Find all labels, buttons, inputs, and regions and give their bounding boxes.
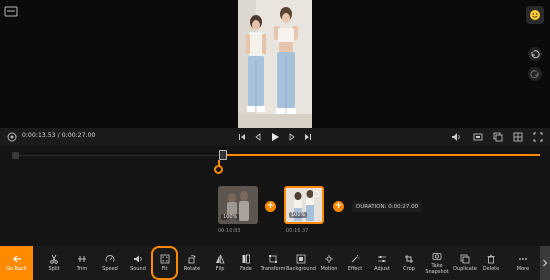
playback-time: 0:00:13.53 / 0:00:27.00 — [22, 132, 96, 139]
motion-button[interactable]: Motion — [316, 246, 342, 280]
camera-icon — [432, 253, 442, 260]
fade-icon — [242, 254, 250, 264]
duplicate-button[interactable]: Duplicate — [452, 246, 478, 280]
video-preview-area — [0, 0, 550, 128]
toolbar-scroll-right[interactable] — [540, 246, 550, 280]
background-button[interactable]: Background — [286, 246, 316, 280]
transform-icon — [269, 254, 277, 263]
crop-button[interactable]: Crop — [396, 246, 422, 280]
skip-end-icon[interactable] — [302, 131, 314, 143]
speed-label: Speed — [102, 265, 118, 272]
speed-button[interactable]: Speed — [96, 246, 124, 280]
background-label: Background — [286, 265, 316, 272]
timeline: 100% 00:10:83 + 100% 00:16.37 + DURATION… — [0, 146, 550, 246]
timeline-progress[interactable] — [222, 154, 540, 156]
play-icon[interactable] — [269, 131, 281, 143]
playhead-handle[interactable] — [219, 150, 227, 160]
volume-icon[interactable] — [450, 131, 462, 143]
split-button[interactable]: Split — [40, 246, 68, 280]
fullscreen-icon[interactable] — [532, 131, 544, 143]
motion-icon — [325, 254, 333, 263]
fit-button[interactable]: Fit — [151, 246, 178, 280]
add-clip-button[interactable]: + — [265, 201, 276, 212]
undo-icon[interactable] — [527, 46, 543, 62]
fit-label: Fit — [161, 265, 168, 272]
adjust-button[interactable]: Adjust — [368, 246, 396, 280]
rotate-label: Rotate — [183, 265, 201, 272]
trim-button[interactable]: Trim — [68, 246, 96, 280]
clip-thumbnail[interactable]: 100% — [218, 186, 258, 224]
playhead-knob[interactable] — [214, 165, 223, 174]
chevron-right-icon — [543, 259, 548, 267]
selected-clip-thumbnail[interactable]: 100% — [284, 186, 324, 224]
grid-icon[interactable] — [512, 131, 524, 143]
caption-icon[interactable] — [3, 4, 19, 18]
go-back-button[interactable]: Go Back — [0, 246, 33, 280]
copy-icon[interactable] — [492, 131, 504, 143]
duplicate-clip-icon[interactable] — [313, 191, 319, 197]
video-frame — [238, 0, 312, 128]
more-icon — [519, 257, 527, 260]
emoji-icon — [530, 10, 540, 20]
take-snapshot-label: Take Snapshot — [425, 263, 449, 275]
scissors-icon — [50, 254, 58, 264]
trim-label: Trim — [76, 265, 88, 272]
transform-label: Transform — [260, 265, 286, 272]
duplicate-icon — [460, 254, 470, 264]
fade-button[interactable]: Fade — [234, 246, 258, 280]
add-clip-button[interactable]: + — [333, 201, 344, 212]
speaker-icon — [134, 255, 142, 263]
more-button[interactable]: More — [510, 246, 536, 280]
player-controls: 0:00:13.53 / 0:00:27.00 — [0, 128, 550, 146]
trim-icon — [78, 255, 86, 262]
go-back-label: Go Back — [6, 266, 27, 272]
total-duration: DURATION: 0:00:27.00 — [352, 202, 423, 212]
flip-icon — [216, 254, 225, 264]
clip-duration: 00:10:83 — [218, 228, 241, 234]
effect-label: Effect — [347, 265, 363, 272]
fade-label: Fade — [240, 265, 252, 272]
fit-icon — [160, 254, 169, 264]
more-label: More — [516, 265, 530, 272]
settings-icon[interactable] — [6, 131, 18, 143]
trash-icon — [487, 254, 495, 264]
delete-button[interactable]: Delete — [478, 246, 504, 280]
rotate-button[interactable]: Rotate — [178, 246, 206, 280]
rotate-icon — [188, 254, 196, 264]
step-back-icon[interactable] — [252, 131, 264, 143]
clip-duration: 00:16.37 — [286, 228, 309, 234]
crop-label: Crop — [403, 265, 415, 272]
adjust-label: Adjust — [374, 265, 390, 272]
magic-wand-icon — [351, 254, 360, 263]
flip-button[interactable]: Flip — [206, 246, 234, 280]
skip-start-icon[interactable] — [236, 131, 248, 143]
clip-speed-badge: 100% — [221, 214, 240, 220]
duplicate-label: Duplicate — [453, 265, 477, 272]
clip-speed-badge: 100% — [289, 212, 308, 218]
redo-icon[interactable] — [527, 66, 543, 82]
arrow-left-icon — [12, 255, 21, 263]
flip-label: Flip — [215, 265, 225, 272]
motion-label: Motion — [320, 265, 338, 272]
background-icon — [296, 254, 306, 264]
timeline-start-marker[interactable] — [12, 152, 19, 159]
sound-button[interactable]: Sound — [124, 246, 152, 280]
edit-toolbar: Go Back Split Trim Speed Sound Fit Rotat… — [0, 246, 550, 280]
sliders-icon — [378, 255, 386, 262]
aspect-ratio-icon[interactable] — [472, 131, 484, 143]
step-forward-icon[interactable] — [286, 131, 298, 143]
sticker-button[interactable] — [526, 6, 544, 24]
sound-label: Sound — [130, 265, 146, 272]
take-snapshot-button[interactable]: Take Snapshot — [422, 246, 452, 280]
delete-label: Delete — [482, 265, 500, 272]
effect-button[interactable]: Effect — [342, 246, 368, 280]
speedometer-icon — [105, 254, 115, 262]
crop-icon — [405, 254, 413, 263]
transform-button[interactable]: Transform — [258, 246, 288, 280]
split-label: Split — [48, 265, 60, 272]
